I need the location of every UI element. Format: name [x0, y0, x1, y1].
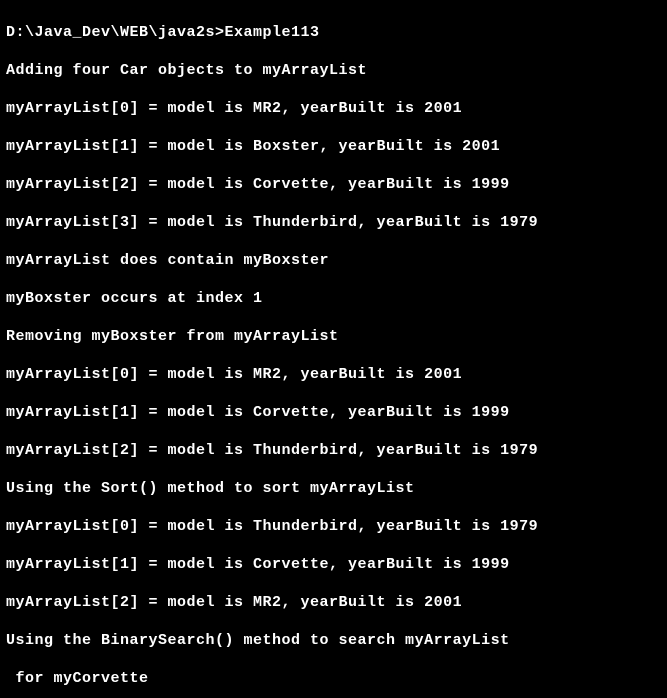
output-line: Using the Sort() method to sort myArrayL…: [6, 479, 661, 498]
prompt-line: D:\Java_Dev\WEB\java2s>Example113: [6, 23, 661, 42]
output-line: myArrayList[2] = model is MR2, yearBuilt…: [6, 593, 661, 612]
output-line: myArrayList[3] = model is Thunderbird, y…: [6, 213, 661, 232]
output-line: myArrayList[0] = model is MR2, yearBuilt…: [6, 365, 661, 384]
output-line: myArrayList[1] = model is Boxster, yearB…: [6, 137, 661, 156]
output-line: myArrayList[1] = model is Corvette, year…: [6, 555, 661, 574]
output-line: for myCorvette: [6, 669, 661, 688]
output-line: myArrayList[1] = model is Corvette, year…: [6, 403, 661, 422]
output-line: myBoxster occurs at index 1: [6, 289, 661, 308]
output-line: myArrayList[2] = model is Thunderbird, y…: [6, 441, 661, 460]
output-line: Using the BinarySearch() method to searc…: [6, 631, 661, 650]
output-line: myArrayList[2] = model is Corvette, year…: [6, 175, 661, 194]
output-line: myArrayList[0] = model is Thunderbird, y…: [6, 517, 661, 536]
output-line: myArrayList[0] = model is MR2, yearBuilt…: [6, 99, 661, 118]
output-line: Adding four Car objects to myArrayList: [6, 61, 661, 80]
output-line: myArrayList does contain myBoxster: [6, 251, 661, 270]
terminal-window[interactable]: D:\Java_Dev\WEB\java2s>Example113 Adding…: [0, 0, 667, 698]
output-line: Removing myBoxster from myArrayList: [6, 327, 661, 346]
